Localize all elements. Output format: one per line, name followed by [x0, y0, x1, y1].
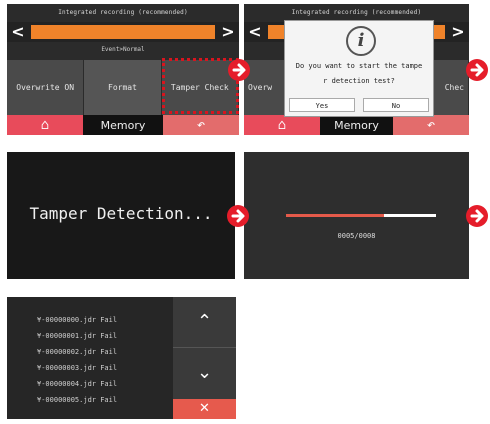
next-arrow-icon: [228, 59, 250, 81]
mode-bar[interactable]: [31, 25, 215, 39]
back-icon[interactable]: ↶: [163, 115, 239, 135]
list-item: ¥-00000005.jdr Fail: [37, 396, 118, 404]
chevron-down-icon[interactable]: ⌄: [173, 348, 236, 398]
list-item: ¥-00000001.jdr Fail: [37, 332, 118, 340]
yes-button[interactable]: Yes: [289, 98, 355, 112]
tamper-detection-screen: Tamper Detection...: [7, 152, 235, 279]
dialog-line-2: r detection test?: [323, 77, 395, 85]
dialog-message: Do you want to start the tampe r detecti…: [289, 59, 429, 89]
chevron-left-icon[interactable]: <: [246, 22, 264, 42]
list-item: ¥-00000003.jdr Fail: [37, 364, 118, 372]
footer-label: Memory: [320, 115, 393, 135]
footer-label: Memory: [83, 115, 163, 135]
chevron-right-icon[interactable]: >: [219, 22, 237, 42]
file-list: ¥-00000000.jdr Fail ¥-00000001.jdr Fail …: [37, 312, 167, 408]
mode-subtitle: Event>Normal: [101, 46, 145, 53]
confirm-dialog: i Do you want to start the tampe r detec…: [284, 20, 434, 117]
footer-bar: ⌂ Memory ↶: [244, 115, 469, 135]
dialog-line-1: Do you want to start the tampe: [295, 62, 423, 70]
chevron-right-icon[interactable]: >: [449, 22, 467, 42]
progress-screen: 0005/0008: [244, 152, 469, 279]
home-icon[interactable]: ⌂: [7, 115, 83, 135]
list-item: ¥-00000002.jdr Fail: [37, 348, 118, 356]
progress-counter: 0005/0008: [337, 232, 376, 240]
chevron-up-icon[interactable]: ⌃: [173, 297, 236, 348]
close-icon[interactable]: ✕: [173, 399, 236, 419]
no-button[interactable]: No: [363, 98, 429, 112]
tamper-detection-label: Tamper Detection...: [29, 204, 213, 223]
list-item: ¥-00000004.jdr Fail: [37, 380, 118, 388]
progress-fill: [286, 214, 384, 217]
list-item: ¥-00000000.jdr Fail: [37, 316, 118, 324]
dialog-buttons: Yes No: [289, 98, 429, 112]
chevron-left-icon[interactable]: <: [9, 22, 27, 42]
overwrite-button[interactable]: Overwrite ON: [7, 60, 85, 115]
mode-selector: < >: [7, 22, 239, 42]
next-arrow-icon: [466, 205, 488, 227]
progress-bar: [286, 214, 436, 217]
home-icon[interactable]: ⌂: [244, 115, 320, 135]
scroll-controls: ⌃ ⌄ ✕: [173, 297, 236, 419]
screen-header: Integrated recording (recommended): [58, 9, 188, 16]
footer-bar: ⌂ Memory ↶: [7, 115, 239, 135]
confirm-screen: Integrated recording (recommended) < > O…: [244, 4, 469, 135]
format-button[interactable]: Format: [84, 60, 162, 115]
next-arrow-icon: [466, 59, 488, 81]
info-icon: i: [346, 26, 376, 56]
settings-screen: Integrated recording (recommended) < > E…: [7, 4, 239, 135]
next-arrow-icon: [227, 205, 249, 227]
result-screen: ¥-00000000.jdr Fail ¥-00000001.jdr Fail …: [7, 297, 236, 419]
back-icon[interactable]: ↶: [393, 115, 469, 135]
